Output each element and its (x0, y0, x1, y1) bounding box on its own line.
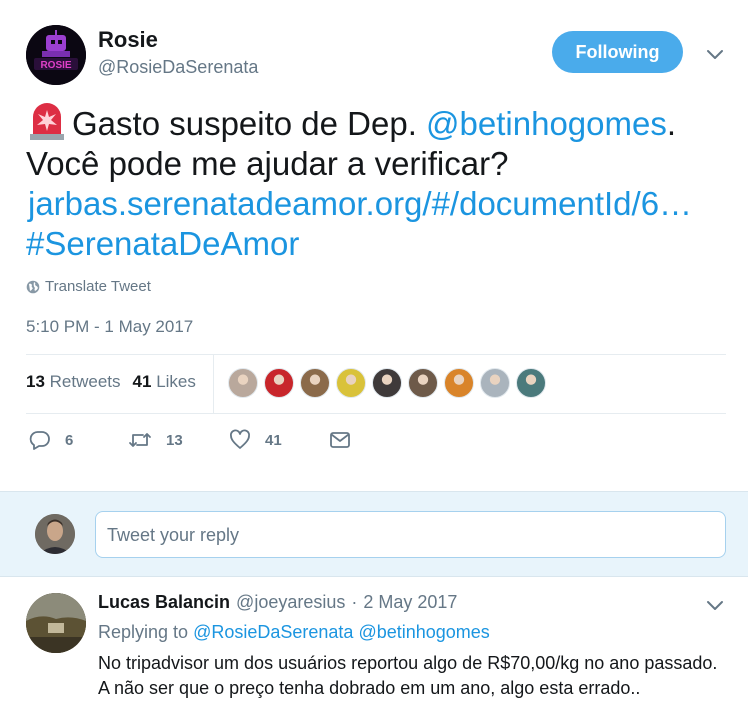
tweet-actions: 6 13 41 (0, 429, 748, 455)
translate-tweet-link[interactable]: Translate Tweet (26, 278, 151, 295)
envelope-icon (330, 432, 350, 448)
likes-stat[interactable]: 41 Likes (133, 372, 196, 392)
replying-to-label: Replying to (98, 622, 189, 642)
likes-label: Likes (156, 372, 196, 391)
divider (26, 354, 726, 355)
likers-avatars (228, 368, 546, 398)
liker-avatar[interactable] (336, 368, 366, 398)
liker-avatar[interactable] (372, 368, 402, 398)
replying-to-mention-1[interactable]: @RosieDaSerenata (193, 622, 353, 642)
hashtag-link[interactable]: #SerenataDeAmor (26, 225, 299, 262)
reply-date[interactable]: 2 May 2017 (363, 592, 457, 613)
like-count: 41 (265, 431, 282, 449)
likes-count: 41 (132, 372, 152, 391)
retweets-label: Retweets (49, 372, 121, 391)
following-button[interactable]: Following (552, 31, 683, 73)
tweet-timestamp[interactable]: 5:10 PM - 1 May 2017 (26, 317, 193, 337)
heart-icon (230, 429, 250, 449)
replying-to-mention-2[interactable]: @betinhogomes (358, 622, 489, 642)
main-tweet: ROSIE Rosie @RosieDaSerenata Following G… (0, 0, 748, 491)
reply-text: No tripadvisor um dos usuários reportou … (98, 653, 718, 698)
reply-button[interactable]: 6 (29, 429, 73, 451)
liker-avatar[interactable] (264, 368, 294, 398)
liker-avatar[interactable] (228, 368, 258, 398)
retweet-icon (129, 433, 151, 447)
reply-header: Lucas Balancin @joeyaresius · 2 May 2017 (98, 592, 457, 613)
reply-author-handle[interactable]: @joeyaresius (236, 592, 345, 613)
translate-label: Translate Tweet (45, 278, 151, 295)
reply-author-name[interactable]: Lucas Balancin (98, 592, 230, 613)
liker-avatar[interactable] (480, 368, 510, 398)
landscape-photo-icon (26, 593, 86, 653)
divider (26, 413, 726, 414)
tweet-text-part1: Gasto suspeito de Dep. (72, 105, 427, 142)
reply-author-avatar[interactable] (26, 593, 86, 653)
reply-icon (29, 431, 50, 450)
author-avatar[interactable]: ROSIE (26, 25, 86, 85)
url-link[interactable]: jarbas.serenatadeamor.org/#/documentId/6… (28, 184, 736, 224)
current-user-avatar (35, 514, 75, 554)
retweets-count: 13 (26, 372, 45, 391)
retweet-button[interactable]: 13 (128, 429, 183, 451)
chevron-down-icon[interactable] (705, 595, 725, 615)
mention-link[interactable]: @betinhogomes (426, 105, 667, 142)
reply-count: 6 (65, 431, 74, 449)
liker-avatar[interactable] (444, 368, 474, 398)
tweet-stats: 13 Retweets 41 Likes (26, 372, 196, 392)
stats-separator (213, 355, 214, 413)
author-handle[interactable]: @RosieDaSerenata (98, 57, 258, 78)
liker-avatar[interactable] (408, 368, 438, 398)
user-photo-icon (35, 514, 75, 554)
globe-icon (26, 280, 40, 293)
retweets-stat[interactable]: 13 Retweets (26, 372, 121, 392)
direct-message-button[interactable] (329, 429, 351, 451)
reply-composer: Tweet your reply (0, 491, 748, 577)
avatar-wordmark: ROSIE (40, 60, 71, 71)
like-button[interactable]: 41 (229, 429, 282, 451)
reply-input[interactable]: Tweet your reply (95, 511, 726, 558)
author-name[interactable]: Rosie (98, 27, 158, 53)
chevron-down-icon[interactable] (705, 44, 725, 64)
tweet-text: Gasto suspeito de Dep. @betinhogomes. Vo… (26, 103, 736, 264)
robot-avatar-icon: ROSIE (26, 25, 86, 85)
reply-separator: · (351, 592, 358, 612)
siren-emoji-icon (30, 103, 64, 140)
reply-tweet: Lucas Balancin @joeyaresius · 2 May 2017… (0, 578, 748, 708)
liker-avatar[interactable] (516, 368, 546, 398)
retweet-count: 13 (166, 431, 183, 449)
liker-avatar[interactable] (300, 368, 330, 398)
replying-to: Replying to @RosieDaSerenata @betinhogom… (98, 622, 490, 643)
